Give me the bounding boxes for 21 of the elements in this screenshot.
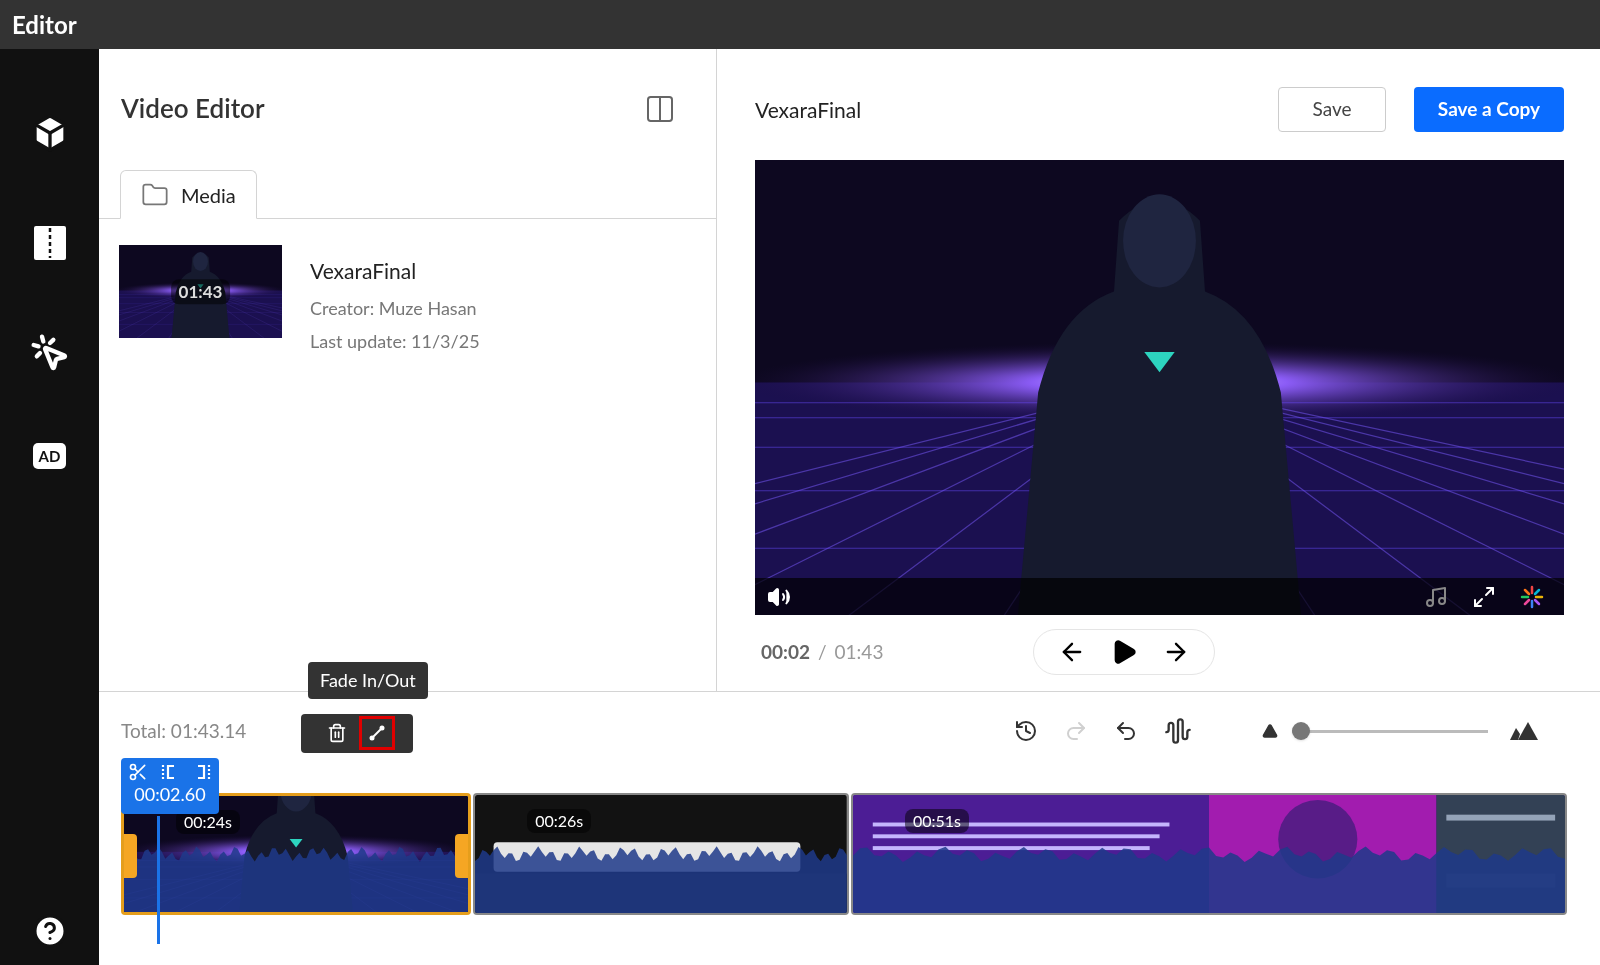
media-creator: Creator: Muze Hasan: [310, 295, 478, 321]
video-title: VexaraFinal: [755, 95, 862, 124]
media-thumbnail[interactable]: 01:43: [119, 245, 282, 338]
panel-title: Video Editor: [121, 91, 265, 126]
clip-duration: 00:51s: [904, 809, 970, 833]
total-duration: Total: 01:43.14: [121, 717, 248, 744]
timeline-clip[interactable]: 00:26s: [473, 793, 849, 915]
media-updated: Last update: 11/3/25: [310, 328, 480, 354]
time-separator: /: [818, 638, 827, 665]
ad-button[interactable]: AD: [32, 443, 67, 469]
timeline-clip[interactable]: 00:51s: [850, 793, 1567, 915]
current-time: 00:02: [761, 638, 810, 665]
media-name: VexaraFinal: [310, 257, 418, 285]
video-duration: 01:43: [834, 638, 884, 665]
app-title: Editor: [12, 8, 77, 41]
media-tab[interactable]: Media: [120, 170, 257, 219]
duration-badge: 01:43: [170, 278, 231, 305]
clip-duration: 00:26s: [527, 809, 592, 833]
save-button[interactable]: Save: [1278, 87, 1386, 132]
tooltip: Fade In/Out: [308, 662, 428, 699]
save-copy-button[interactable]: Save a Copy: [1414, 87, 1564, 132]
